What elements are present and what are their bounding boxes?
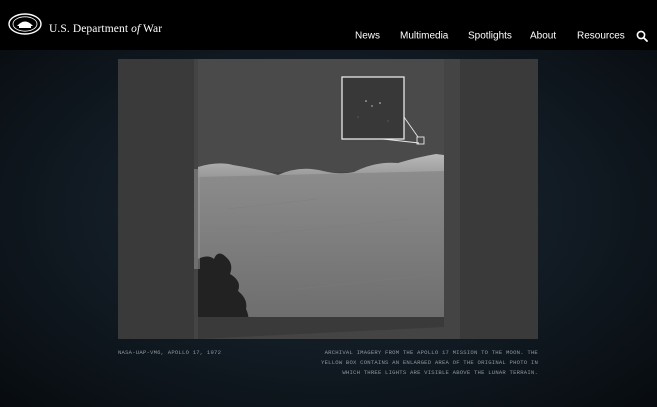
site-title[interactable]: U.S. Department of War xyxy=(49,23,162,35)
search-icon[interactable] xyxy=(636,30,648,42)
site-header: U.S. Department of War News Multimedia S… xyxy=(0,0,657,50)
nav-about[interactable]: About xyxy=(530,31,556,42)
caption-line: YELLOW BOX CONTAINS AN ENLARGED AREA OF … xyxy=(321,359,538,366)
apollo-photo-image xyxy=(118,59,538,339)
department-seal-icon[interactable] xyxy=(8,13,42,35)
nav-multimedia[interactable]: Multimedia xyxy=(400,31,448,42)
site-title-prefix: U.S. Department xyxy=(49,23,132,35)
photo-caption: ARCHIVAL IMAGERY FROM THE APOLLO 17 MISS… xyxy=(300,348,538,378)
site-title-of: of xyxy=(131,23,141,35)
photo-credit: NASA-UAP-VM6, APOLLO 17, 1972 xyxy=(118,349,222,356)
nav-spotlights[interactable]: Spotlights xyxy=(468,31,512,42)
caption-line: WHICH THREE LIGHTS ARE VISIBLE ABOVE THE… xyxy=(342,369,538,376)
nav-news[interactable]: News xyxy=(355,31,380,42)
site-title-suffix: War xyxy=(140,23,163,35)
caption-line: ARCHIVAL IMAGERY FROM THE APOLLO 17 MISS… xyxy=(324,349,538,356)
nav-resources[interactable]: Resources xyxy=(577,31,625,42)
apollo-photo[interactable] xyxy=(118,59,538,339)
